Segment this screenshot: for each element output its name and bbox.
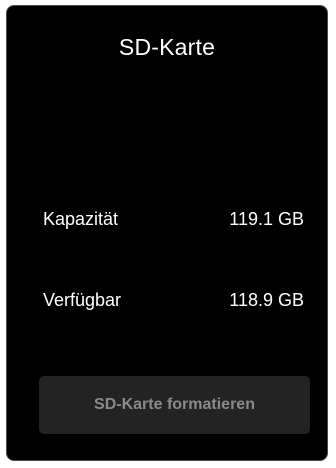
available-value: 118.9 GB [229,290,304,310]
capacity-label: Kapazität [43,209,119,229]
panel-title: SD-Karte [118,34,216,60]
sd-card-panel: SD-Karte Kapazität 119.1 GB Verfügbar 11… [6,5,328,461]
available-label: Verfügbar [43,290,122,310]
available-row: Verfügbar 118.9 GB [43,290,304,311]
format-sd-card-button[interactable]: SD-Karte formatieren [39,376,310,434]
capacity-row: Kapazität 119.1 GB [43,209,304,230]
capacity-value: 119.1 GB [229,209,304,229]
